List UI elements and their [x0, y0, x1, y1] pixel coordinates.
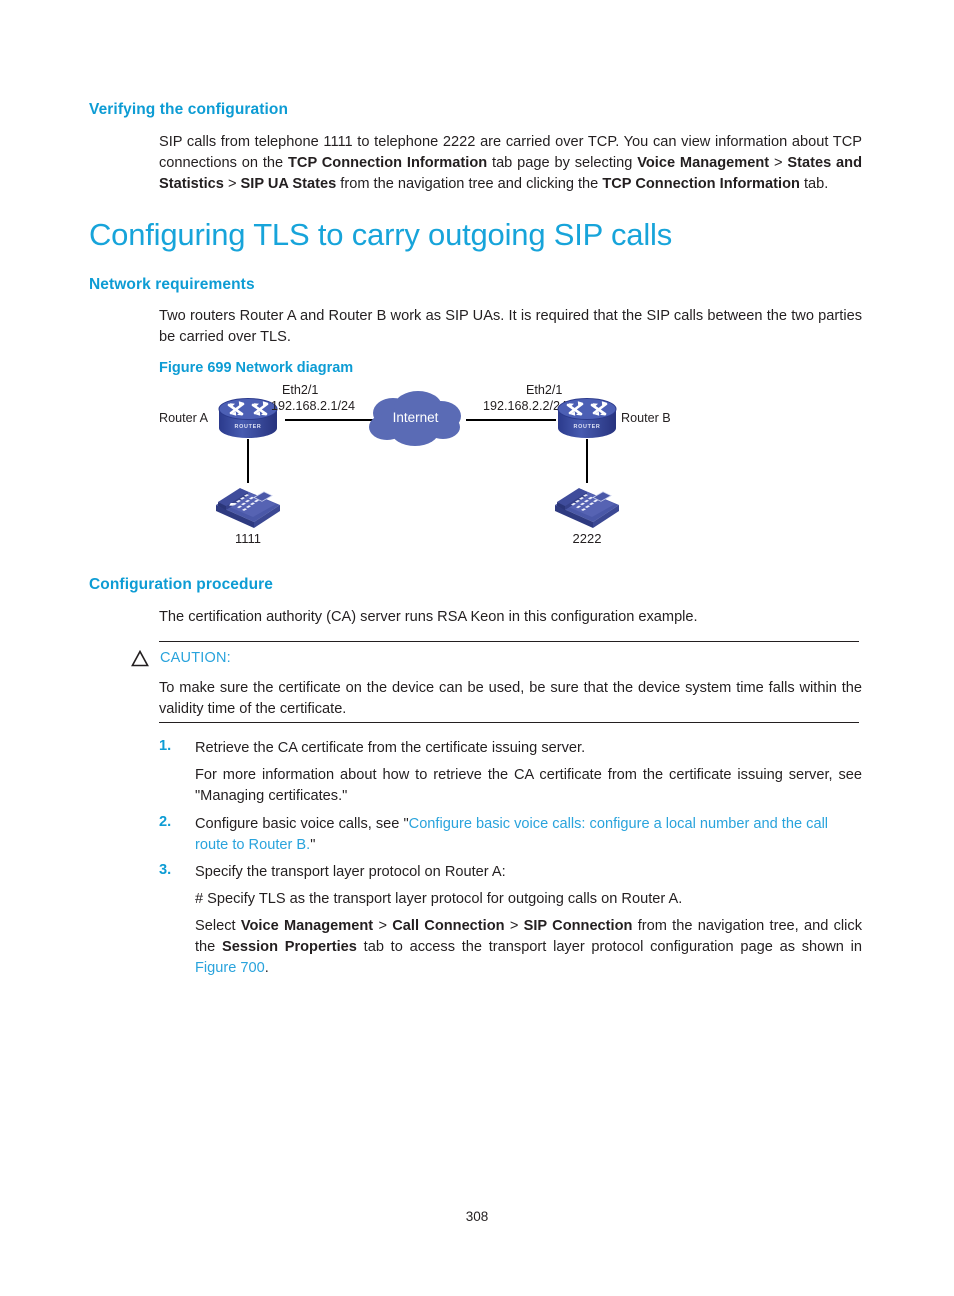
internet-cloud-icon: Internet [363, 389, 468, 451]
nav-voice-management[interactable]: Voice Management [241, 918, 373, 934]
step-2-tail: " [310, 837, 316, 853]
step-1-subtext: For more information about how to retrie… [195, 767, 862, 804]
nav-call-connection[interactable]: Call Connection [392, 918, 504, 934]
router-a-badge: ROUTER [234, 424, 262, 430]
router-b-label: Router B [621, 411, 671, 425]
page-title: Configuring TLS to carry outgoing SIP ca… [89, 217, 673, 252]
internet-cloud-label: Internet [392, 410, 439, 425]
router-a-icon: ROUTER [217, 397, 279, 441]
select-lead: Select [195, 918, 241, 934]
figure-700-link[interactable]: Figure 700 [195, 960, 265, 976]
step-1-number: 1. [159, 738, 172, 754]
right-interface-ip: 192.168.2.2/24 [483, 399, 568, 413]
link-routerb-phoneb [586, 439, 588, 483]
paragraph-verifying: SIP calls from telephone 1111 to telepho… [159, 134, 862, 192]
step-2-text: Configure basic voice calls, see "Config… [195, 814, 862, 856]
heading-verifying-the-configuration: Verifying the configuration [89, 101, 289, 118]
right-interface-name: Eth2/1 [526, 383, 563, 397]
left-interface-name: Eth2/1 [282, 383, 319, 397]
step-3-select-instruction: Select Voice Management > Call Connectio… [195, 916, 862, 979]
step-2-lead: Configure basic voice calls, see " [195, 816, 409, 832]
caution-text: To make sure the certificate on the devi… [159, 680, 862, 717]
link-routera-cloud [285, 419, 375, 421]
link-cloud-routerb [466, 419, 556, 421]
select-period: . [264, 960, 269, 976]
telephone-b-number: 2222 [572, 531, 602, 546]
tab-session-properties[interactable]: Session Properties [222, 939, 357, 955]
nav-sip-connection[interactable]: SIP Connection [524, 918, 633, 934]
step-3-text: Specify the transport layer protocol on … [195, 864, 506, 880]
step-2-number: 2. [159, 814, 172, 830]
heading-configuration-procedure: Configuration procedure [89, 576, 273, 593]
page-number: 308 [465, 1209, 489, 1224]
router-b-icon: ROUTER [556, 397, 618, 441]
nav-sep-2: > [504, 918, 524, 934]
left-interface-ip: 192.168.2.1/24 [271, 399, 356, 413]
telephone-a-number: 1111 [234, 531, 262, 546]
telephone-b-icon [551, 480, 623, 528]
router-b-badge: ROUTER [573, 424, 601, 430]
step-3-comment: # Specify TLS as the transport layer pro… [195, 891, 683, 907]
telephone-a-icon [212, 480, 284, 528]
caution-rule-bottom [159, 722, 859, 723]
heading-network-requirements: Network requirements [89, 276, 255, 293]
caution-rule-top [159, 641, 859, 642]
paragraph-configuration-intro: The certification authority (CA) server … [159, 609, 698, 625]
paragraph-network-requirements: Two routers Router A and Router B work a… [159, 308, 862, 345]
document-page: Verifying the configuration SIP calls fr… [0, 0, 954, 1296]
network-diagram: ROUTER Router A Eth2/1 192.168.2.1/24 In… [159, 383, 859, 548]
step-3-number: 3. [159, 862, 172, 878]
router-a-label: Router A [159, 411, 209, 425]
link-routera-phonea [247, 439, 249, 483]
caution-label: CAUTION: [160, 650, 231, 666]
nav-sep-1: > [373, 918, 393, 934]
select-tail: tab to access the transport layer protoc… [356, 939, 863, 955]
figure-caption-699: Figure 699 Network diagram [159, 360, 354, 376]
step-1-text: Retrieve the CA certificate from the cer… [195, 740, 586, 756]
